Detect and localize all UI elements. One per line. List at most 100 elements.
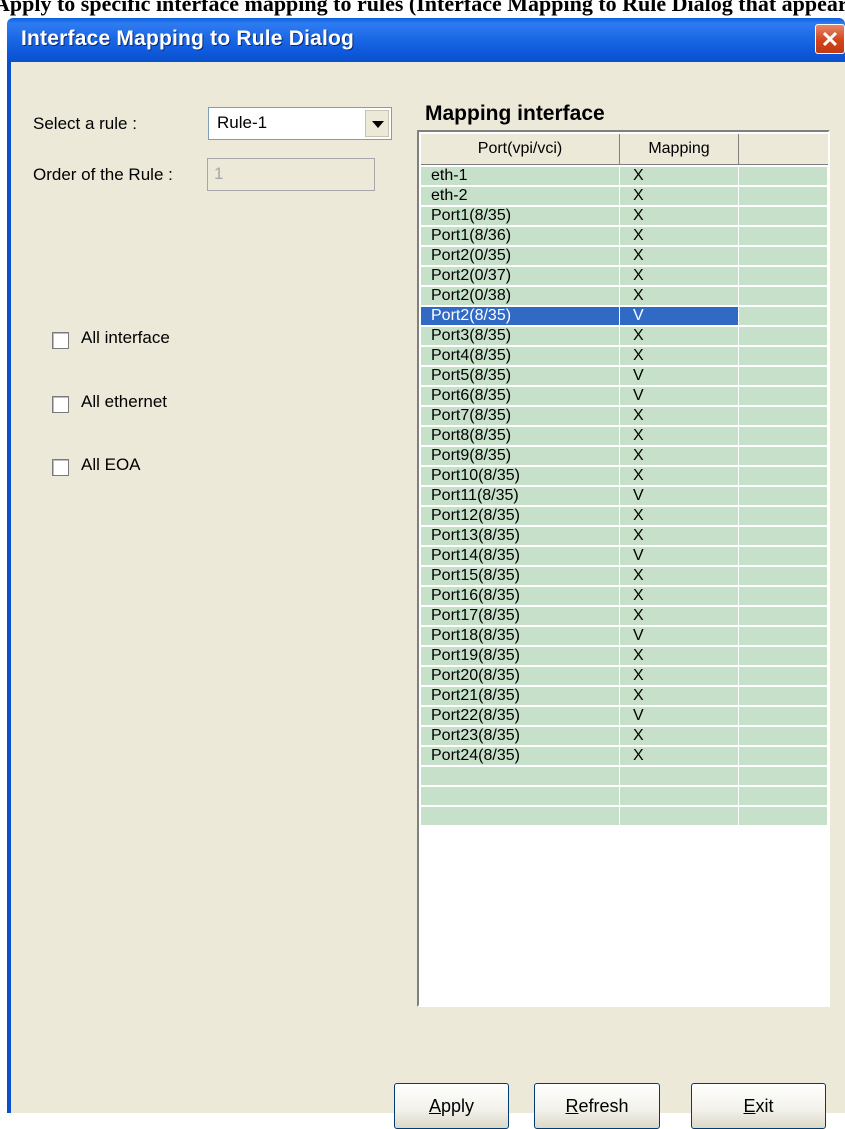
- table-row[interactable]: Port21(8/35) X: [421, 687, 827, 706]
- grid-line: [619, 667, 620, 685]
- port-cell: Port23(8/35): [431, 727, 520, 744]
- table-row[interactable]: Port8(8/35) X: [421, 427, 827, 446]
- chevron-down-icon[interactable]: [365, 110, 389, 137]
- grid-line: [738, 287, 739, 305]
- column-header-port[interactable]: Port(vpi/vci): [421, 134, 620, 164]
- column-header-mapping[interactable]: Mapping: [620, 134, 739, 164]
- table-row[interactable]: eth-1 X: [421, 167, 827, 186]
- mapping-cell: X: [633, 507, 644, 524]
- table-row[interactable]: Port20(8/35) X: [421, 667, 827, 686]
- mapping-cell: X: [633, 247, 644, 264]
- table-row[interactable]: Port6(8/35) V: [421, 387, 827, 406]
- all-ethernet-checkbox[interactable]: [52, 396, 69, 413]
- grid-line: [619, 527, 620, 545]
- grid-line: [619, 167, 620, 185]
- grid-line: [619, 347, 620, 365]
- table-row[interactable]: Port19(8/35) X: [421, 647, 827, 666]
- grid-line: [738, 607, 739, 625]
- mapping-cell: X: [633, 427, 644, 444]
- grid-line: [738, 207, 739, 225]
- table-row[interactable]: Port2(8/35) V: [421, 307, 827, 326]
- apply-button[interactable]: Apply: [394, 1083, 509, 1129]
- table-row[interactable]: Port5(8/35) V: [421, 367, 827, 386]
- grid-line: [738, 667, 739, 685]
- table-row[interactable]: Port14(8/35) V: [421, 547, 827, 566]
- title-bar[interactable]: Interface Mapping to Rule Dialog ✕: [7, 18, 845, 62]
- table-row[interactable]: Port22(8/35) V: [421, 707, 827, 726]
- grid-line: [738, 347, 739, 365]
- grid-line: [619, 647, 620, 665]
- exit-label-rest: xit: [755, 1096, 774, 1116]
- dialog-body: Select a rule : Rule-1 Order of the Rule…: [7, 62, 845, 1129]
- mapping-table[interactable]: Port(vpi/vci) Mapping eth-1 Xeth-2 X Port1(…: [417, 130, 830, 1007]
- table-row[interactable]: Port2(0/37) X: [421, 267, 827, 286]
- table-row[interactable]: Port12(8/35) X: [421, 507, 827, 526]
- table-row[interactable]: Port1(8/36) X: [421, 227, 827, 246]
- grid-line: [738, 487, 739, 505]
- port-cell: Port13(8/35): [431, 527, 520, 544]
- port-cell: Port7(8/35): [431, 407, 512, 424]
- table-row[interactable]: Port17(8/35) X: [421, 607, 827, 626]
- table-row[interactable]: Port3(8/35) X: [421, 327, 827, 346]
- grid-line: [619, 507, 620, 525]
- mapping-cell: V: [633, 707, 644, 724]
- grid-line: [738, 727, 739, 745]
- mapping-cell: X: [633, 467, 644, 484]
- grid-line: [738, 547, 739, 565]
- rule-select[interactable]: Rule-1: [208, 107, 392, 140]
- table-row[interactable]: Port23(8/35) X: [421, 727, 827, 746]
- all-eoa-checkbox[interactable]: [52, 459, 69, 476]
- grid-line: [738, 447, 739, 465]
- table-row[interactable]: Port15(8/35) X: [421, 567, 827, 586]
- table-row[interactable]: eth-2 X: [421, 187, 827, 206]
- grid-line: [738, 647, 739, 665]
- table-row[interactable]: Port9(8/35) X: [421, 447, 827, 466]
- grid-line: [619, 427, 620, 445]
- column-header-empty[interactable]: [739, 134, 829, 164]
- mapping-cell: X: [633, 227, 644, 244]
- dialog-title: Interface Mapping to Rule Dialog: [21, 27, 355, 50]
- table-row[interactable]: Port24(8/35) X: [421, 747, 827, 766]
- port-cell: Port3(8/35): [431, 327, 512, 344]
- table-row[interactable]: Port10(8/35) X: [421, 467, 827, 486]
- refresh-button[interactable]: Refresh: [534, 1083, 660, 1129]
- all-ethernet-label[interactable]: All ethernet: [81, 392, 167, 412]
- table-row[interactable]: Port18(8/35) V: [421, 627, 827, 646]
- order-field: 1: [207, 158, 375, 191]
- port-cell: Port21(8/35): [431, 687, 520, 704]
- table-row[interactable]: Port1(8/35) X: [421, 207, 827, 226]
- table-row[interactable]: [421, 787, 827, 806]
- mapping-cell: V: [633, 547, 644, 564]
- table-row[interactable]: Port16(8/35) X: [421, 587, 827, 606]
- grid-line: [738, 247, 739, 265]
- mapping-cell: X: [633, 747, 644, 764]
- table-row[interactable]: Port13(8/35) X: [421, 527, 827, 546]
- grid-line: [619, 407, 620, 425]
- table-header: Port(vpi/vci) Mapping: [421, 134, 828, 165]
- all-eoa-label[interactable]: All EOA: [81, 455, 141, 475]
- grid-line: [619, 807, 620, 825]
- port-cell: Port2(8/35): [431, 307, 512, 324]
- port-cell: Port11(8/35): [431, 487, 519, 504]
- all-interface-label[interactable]: All interface: [81, 328, 170, 348]
- grid-line: [619, 747, 620, 765]
- exit-button[interactable]: Exit: [691, 1083, 826, 1129]
- table-row[interactable]: Port7(8/35) X: [421, 407, 827, 426]
- table-row[interactable]: Port11(8/35) V: [421, 487, 827, 506]
- table-row[interactable]: Port4(8/35) X: [421, 347, 827, 366]
- table-row[interactable]: [421, 807, 827, 826]
- table-row[interactable]: Port2(0/38) X: [421, 287, 827, 306]
- mapping-cell: X: [633, 647, 644, 664]
- grid-line: [738, 327, 739, 345]
- table-row[interactable]: Port2(0/35) X: [421, 247, 827, 266]
- grid-line: [619, 207, 620, 225]
- all-interface-checkbox[interactable]: [52, 332, 69, 349]
- table-row[interactable]: [421, 767, 827, 786]
- grid-line: [619, 387, 620, 405]
- port-cell: Port5(8/35): [431, 367, 512, 384]
- close-icon[interactable]: ✕: [815, 24, 845, 54]
- grid-line: [619, 687, 620, 705]
- mapping-cell: V: [633, 367, 644, 384]
- rule-select-value: Rule-1: [217, 113, 268, 132]
- mapping-cell: X: [633, 607, 644, 624]
